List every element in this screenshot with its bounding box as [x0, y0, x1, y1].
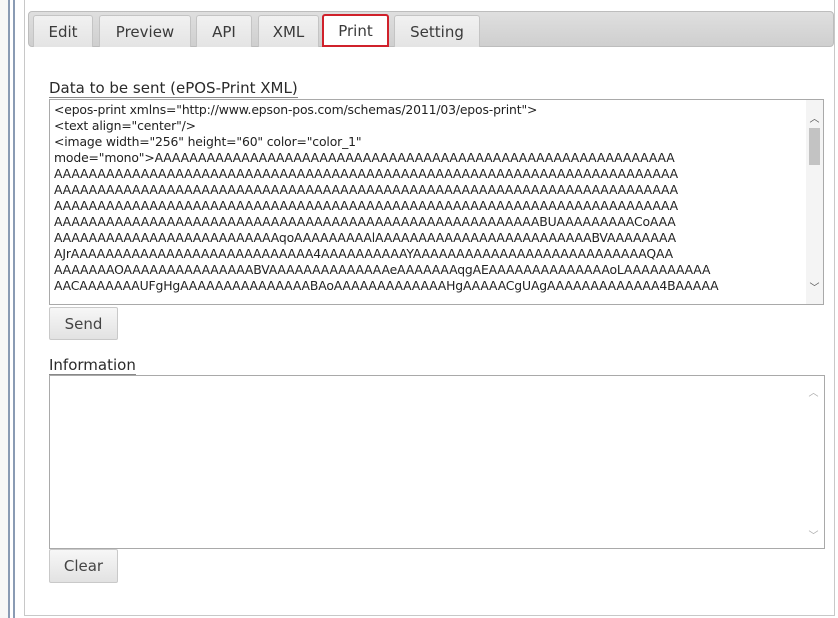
xml-line: AAAAAAAAAAAAAAAAAAAAAAAAAAqoAAAAAAAAAlAA… — [54, 230, 676, 245]
xml-line: <text align="center"/> — [54, 118, 196, 133]
xml-data-textarea[interactable]: <epos-print xmlns="http://www.epson-pos.… — [49, 99, 824, 305]
print-panel: Edit Preview API XML Print Setting Data … — [24, 0, 835, 616]
information-label: Information — [49, 356, 136, 375]
send-button[interactable]: Send — [49, 307, 118, 340]
tab-preview[interactable]: Preview — [99, 15, 191, 47]
tab-setting[interactable]: Setting — [394, 15, 480, 47]
xml-data-content: <epos-print xmlns="http://www.epson-pos.… — [54, 102, 804, 294]
xml-line: AAAAAAAOAAAAAAAAAAAAAAABVAAAAAAAAAAAAAAe… — [54, 262, 711, 277]
xml-line: mode="mono">AAAAAAAAAAAAAAAAAAAAAAAAAAAA… — [54, 150, 675, 165]
xml-line: AAAAAAAAAAAAAAAAAAAAAAAAAAAAAAAAAAAAAAAA… — [54, 166, 678, 181]
scroll-up-icon[interactable]: ︿ — [806, 110, 823, 125]
xml-line: AAAAAAAAAAAAAAAAAAAAAAAAAAAAAAAAAAAAAAAA… — [54, 182, 678, 197]
scroll-down-icon[interactable]: ﹀ — [806, 279, 823, 294]
left-divider — [8, 0, 10, 618]
tab-bar: Edit Preview API XML Print Setting — [28, 11, 834, 47]
data-to-send-label: Data to be sent (ePOS-Print XML) — [49, 79, 298, 98]
xml-line: AAAAAAAAAAAAAAAAAAAAAAAAAAAAAAAAAAAAAAAA… — [54, 198, 678, 213]
scroll-thumb[interactable] — [809, 128, 820, 165]
xml-line: <image width="256" height="60" color="co… — [54, 134, 362, 149]
tab-edit[interactable]: Edit — [33, 15, 93, 47]
tab-xml[interactable]: XML — [258, 15, 319, 47]
info-scroll-up-icon[interactable]: ︿ — [805, 384, 822, 399]
clear-button[interactable]: Clear — [49, 549, 118, 583]
tab-api[interactable]: API — [196, 15, 252, 47]
xml-line: AAAAAAAAAAAAAAAAAAAAAAAAAAAAAAAAAAAAAAAA… — [54, 214, 676, 229]
information-textarea[interactable]: ︿ ﹀ — [49, 375, 825, 549]
info-scroll-down-icon[interactable]: ﹀ — [805, 527, 822, 542]
xml-line: AACAAAAAAAUFgHgAAAAAAAAAAAAAAABAoAAAAAAA… — [54, 278, 719, 293]
left-margin — [0, 0, 8, 618]
xml-line: AJrAAAAAAAAAAAAAAAAAAAAAAAAAAAA4AAAAAAAA… — [54, 246, 673, 261]
left-divider-2 — [13, 0, 15, 618]
xml-line: <epos-print xmlns="http://www.epson-pos.… — [54, 102, 538, 117]
tab-print[interactable]: Print — [322, 14, 389, 47]
xml-scrollbar[interactable]: ︿ ﹀ — [806, 100, 823, 304]
